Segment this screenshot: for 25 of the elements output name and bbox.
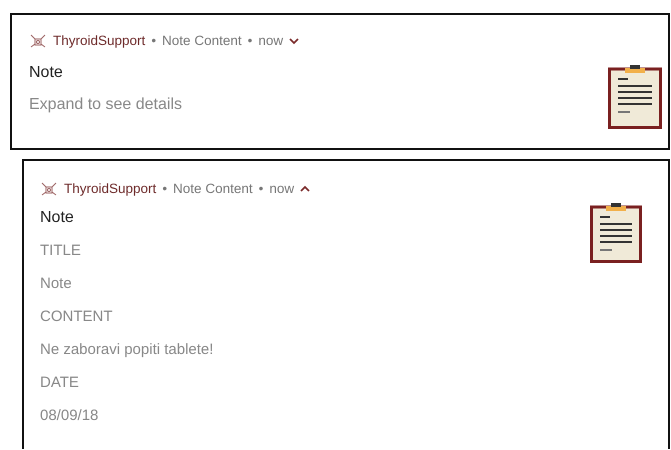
separator-dot: • — [258, 180, 264, 198]
collapse-chevron-icon[interactable] — [300, 185, 310, 193]
clipboard-icon — [590, 203, 642, 263]
notification-text: Ne zaboravi popiti tablete! — [40, 340, 214, 360]
notification-title: Note — [40, 208, 75, 228]
app-name: ThyroidSupport — [53, 32, 146, 50]
notification-time: now — [269, 180, 294, 198]
notification-time: now — [258, 32, 284, 50]
notification-text: TITLE — [40, 241, 82, 261]
separator-dot: • — [248, 32, 252, 50]
clipboard-icon — [608, 65, 662, 129]
notification-subtext: Note Content — [173, 180, 253, 198]
notification-text: Expand to see details — [29, 95, 183, 115]
notification-text: DATE — [40, 373, 80, 393]
app-icon — [29, 33, 47, 49]
app-icon — [40, 181, 58, 197]
notification-text: CONTENT — [40, 307, 114, 327]
notification-subtext: Note Content — [162, 32, 242, 50]
separator-dot: • — [151, 32, 156, 50]
app-name: ThyroidSupport — [64, 180, 156, 198]
notification-text: 08/09/18 — [40, 406, 100, 426]
notification-text: Note — [40, 274, 73, 294]
separator-dot: • — [162, 180, 168, 198]
notification-title: Note — [29, 63, 64, 83]
expand-chevron-icon[interactable] — [289, 37, 300, 45]
